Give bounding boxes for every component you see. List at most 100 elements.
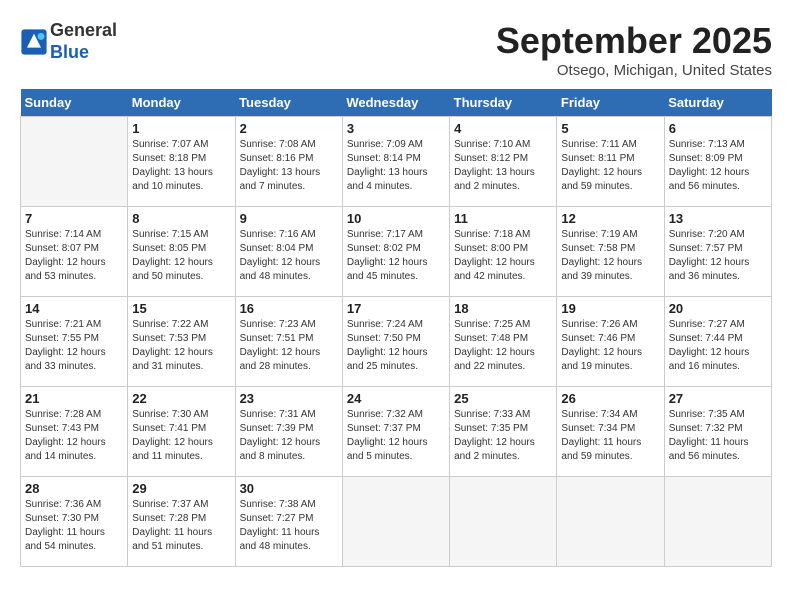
day-number: 27 [669, 391, 767, 406]
day-number: 2 [240, 121, 338, 136]
day-number: 22 [132, 391, 230, 406]
day-info: Sunrise: 7:18 AM Sunset: 8:00 PM Dayligh… [454, 228, 552, 284]
week-row-2: 7 Sunrise: 7:14 AM Sunset: 8:07 PM Daylig… [21, 207, 772, 297]
calendar-cell: 25 Sunrise: 7:33 AM Sunset: 7:35 PM Dayli… [450, 387, 557, 477]
calendar-cell: 28 Sunrise: 7:36 AM Sunset: 7:30 PM Dayli… [21, 477, 128, 567]
logo: General Blue [20, 20, 117, 63]
day-number: 19 [561, 301, 659, 316]
day-info: Sunrise: 7:23 AM Sunset: 7:51 PM Dayligh… [240, 318, 338, 374]
day-info: Sunrise: 7:34 AM Sunset: 7:34 PM Dayligh… [561, 408, 659, 464]
day-info: Sunrise: 7:22 AM Sunset: 7:53 PM Dayligh… [132, 318, 230, 374]
calendar-cell: 18 Sunrise: 7:25 AM Sunset: 7:48 PM Dayli… [450, 297, 557, 387]
calendar-cell: 17 Sunrise: 7:24 AM Sunset: 7:50 PM Dayli… [342, 297, 449, 387]
week-row-3: 14 Sunrise: 7:21 AM Sunset: 7:55 PM Dayli… [21, 297, 772, 387]
calendar-header-wednesday: Wednesday [342, 89, 449, 117]
calendar-table: SundayMondayTuesdayWednesdayThursdayFrid… [20, 89, 772, 567]
calendar-cell: 12Sunrise: 7:19 AM Sunset: 7:58 PM Dayli… [557, 207, 664, 297]
day-number: 28 [25, 481, 123, 496]
day-info: Sunrise: 7:10 AM Sunset: 8:12 PM Dayligh… [454, 138, 552, 194]
day-info: Sunrise: 7:19 AM Sunset: 7:58 PM Dayligh… [561, 228, 659, 284]
day-number: 14 [25, 301, 123, 316]
day-info: Sunrise: 7:33 AM Sunset: 7:35 PM Dayligh… [454, 408, 552, 464]
calendar-cell: 4 Sunrise: 7:10 AM Sunset: 8:12 PM Daylig… [450, 117, 557, 207]
day-number: 29 [132, 481, 230, 496]
calendar-cell [21, 117, 128, 207]
calendar-cell: 29 Sunrise: 7:37 AM Sunset: 7:28 PM Dayli… [128, 477, 235, 567]
day-info: Sunrise: 7:13 AM Sunset: 8:09 PM Dayligh… [669, 138, 767, 194]
day-info: Sunrise: 7:36 AM Sunset: 7:30 PM Dayligh… [25, 498, 123, 554]
day-info: Sunrise: 7:32 AM Sunset: 7:37 PM Dayligh… [347, 408, 445, 464]
day-info: Sunrise: 7:28 AM Sunset: 7:43 PM Dayligh… [25, 408, 123, 464]
calendar-header-tuesday: Tuesday [235, 89, 342, 117]
day-info: Sunrise: 7:27 AM Sunset: 7:44 PM Dayligh… [669, 318, 767, 374]
day-info: Sunrise: 7:20 AM Sunset: 7:57 PM Dayligh… [669, 228, 767, 284]
page-header: General Blue September 2025 Otsego, Mich… [20, 20, 772, 79]
day-number: 11 [454, 211, 552, 226]
calendar-cell [450, 477, 557, 567]
day-number: 8 [132, 211, 230, 226]
calendar-cell: 13Sunrise: 7:20 AM Sunset: 7:57 PM Dayli… [664, 207, 771, 297]
day-number: 4 [454, 121, 552, 136]
day-number: 24 [347, 391, 445, 406]
day-info: Sunrise: 7:17 AM Sunset: 8:02 PM Dayligh… [347, 228, 445, 284]
calendar-cell: 23Sunrise: 7:31 AM Sunset: 7:39 PM Dayli… [235, 387, 342, 477]
day-number: 23 [240, 391, 338, 406]
day-info: Sunrise: 7:26 AM Sunset: 7:46 PM Dayligh… [561, 318, 659, 374]
calendar-cell: 21 Sunrise: 7:28 AM Sunset: 7:43 PM Dayli… [21, 387, 128, 477]
calendar-cell: 1 Sunrise: 7:07 AM Sunset: 8:18 PM Daylig… [128, 117, 235, 207]
calendar-header-saturday: Saturday [664, 89, 771, 117]
day-info: Sunrise: 7:11 AM Sunset: 8:11 PM Dayligh… [561, 138, 659, 194]
calendar-header-row: SundayMondayTuesdayWednesdayThursdayFrid… [21, 89, 772, 117]
week-row-5: 28 Sunrise: 7:36 AM Sunset: 7:30 PM Dayli… [21, 477, 772, 567]
calendar-header-sunday: Sunday [21, 89, 128, 117]
calendar-cell: 20Sunrise: 7:27 AM Sunset: 7:44 PM Dayli… [664, 297, 771, 387]
day-info: Sunrise: 7:37 AM Sunset: 7:28 PM Dayligh… [132, 498, 230, 554]
calendar-header-monday: Monday [128, 89, 235, 117]
month-title: September 2025 [496, 20, 772, 62]
day-number: 17 [347, 301, 445, 316]
day-number: 25 [454, 391, 552, 406]
logo-text: General Blue [50, 20, 117, 63]
day-number: 3 [347, 121, 445, 136]
day-number: 1 [132, 121, 230, 136]
calendar-cell: 3Sunrise: 7:09 AM Sunset: 8:14 PM Daylig… [342, 117, 449, 207]
day-number: 16 [240, 301, 338, 316]
calendar-cell: 16 Sunrise: 7:23 AM Sunset: 7:51 PM Dayli… [235, 297, 342, 387]
day-number: 15 [132, 301, 230, 316]
day-number: 6 [669, 121, 767, 136]
calendar-header-friday: Friday [557, 89, 664, 117]
calendar-cell: 26 Sunrise: 7:34 AM Sunset: 7:34 PM Dayli… [557, 387, 664, 477]
calendar-cell: 11 Sunrise: 7:18 AM Sunset: 8:00 PM Dayli… [450, 207, 557, 297]
calendar-cell [557, 477, 664, 567]
calendar-cell: 14 Sunrise: 7:21 AM Sunset: 7:55 PM Dayli… [21, 297, 128, 387]
calendar-cell: 22Sunrise: 7:30 AM Sunset: 7:41 PM Dayli… [128, 387, 235, 477]
calendar-cell: 8 Sunrise: 7:15 AM Sunset: 8:05 PM Daylig… [128, 207, 235, 297]
calendar-cell: 5 Sunrise: 7:11 AM Sunset: 8:11 PM Daylig… [557, 117, 664, 207]
day-info: Sunrise: 7:21 AM Sunset: 7:55 PM Dayligh… [25, 318, 123, 374]
calendar-cell: 7 Sunrise: 7:14 AM Sunset: 8:07 PM Daylig… [21, 207, 128, 297]
day-number: 21 [25, 391, 123, 406]
calendar-cell: 10Sunrise: 7:17 AM Sunset: 8:02 PM Dayli… [342, 207, 449, 297]
calendar-cell: 30Sunrise: 7:38 AM Sunset: 7:27 PM Dayli… [235, 477, 342, 567]
day-number: 26 [561, 391, 659, 406]
calendar-cell: 9Sunrise: 7:16 AM Sunset: 8:04 PM Daylig… [235, 207, 342, 297]
calendar-cell: 24 Sunrise: 7:32 AM Sunset: 7:37 PM Dayli… [342, 387, 449, 477]
calendar-cell: 2Sunrise: 7:08 AM Sunset: 8:16 PM Daylig… [235, 117, 342, 207]
day-number: 7 [25, 211, 123, 226]
calendar-header-thursday: Thursday [450, 89, 557, 117]
day-info: Sunrise: 7:07 AM Sunset: 8:18 PM Dayligh… [132, 138, 230, 194]
calendar-cell: 6 Sunrise: 7:13 AM Sunset: 8:09 PM Daylig… [664, 117, 771, 207]
day-info: Sunrise: 7:38 AM Sunset: 7:27 PM Dayligh… [240, 498, 338, 554]
day-info: Sunrise: 7:25 AM Sunset: 7:48 PM Dayligh… [454, 318, 552, 374]
location: Otsego, Michigan, United States [496, 62, 772, 79]
day-info: Sunrise: 7:24 AM Sunset: 7:50 PM Dayligh… [347, 318, 445, 374]
calendar-cell: 19 Sunrise: 7:26 AM Sunset: 7:46 PM Dayli… [557, 297, 664, 387]
day-info: Sunrise: 7:15 AM Sunset: 8:05 PM Dayligh… [132, 228, 230, 284]
day-number: 18 [454, 301, 552, 316]
calendar-cell: 27Sunrise: 7:35 AM Sunset: 7:32 PM Dayli… [664, 387, 771, 477]
day-info: Sunrise: 7:14 AM Sunset: 8:07 PM Dayligh… [25, 228, 123, 284]
day-number: 5 [561, 121, 659, 136]
week-row-1: 1 Sunrise: 7:07 AM Sunset: 8:18 PM Daylig… [21, 117, 772, 207]
week-row-4: 21 Sunrise: 7:28 AM Sunset: 7:43 PM Dayli… [21, 387, 772, 477]
title-section: September 2025 Otsego, Michigan, United … [496, 20, 772, 79]
